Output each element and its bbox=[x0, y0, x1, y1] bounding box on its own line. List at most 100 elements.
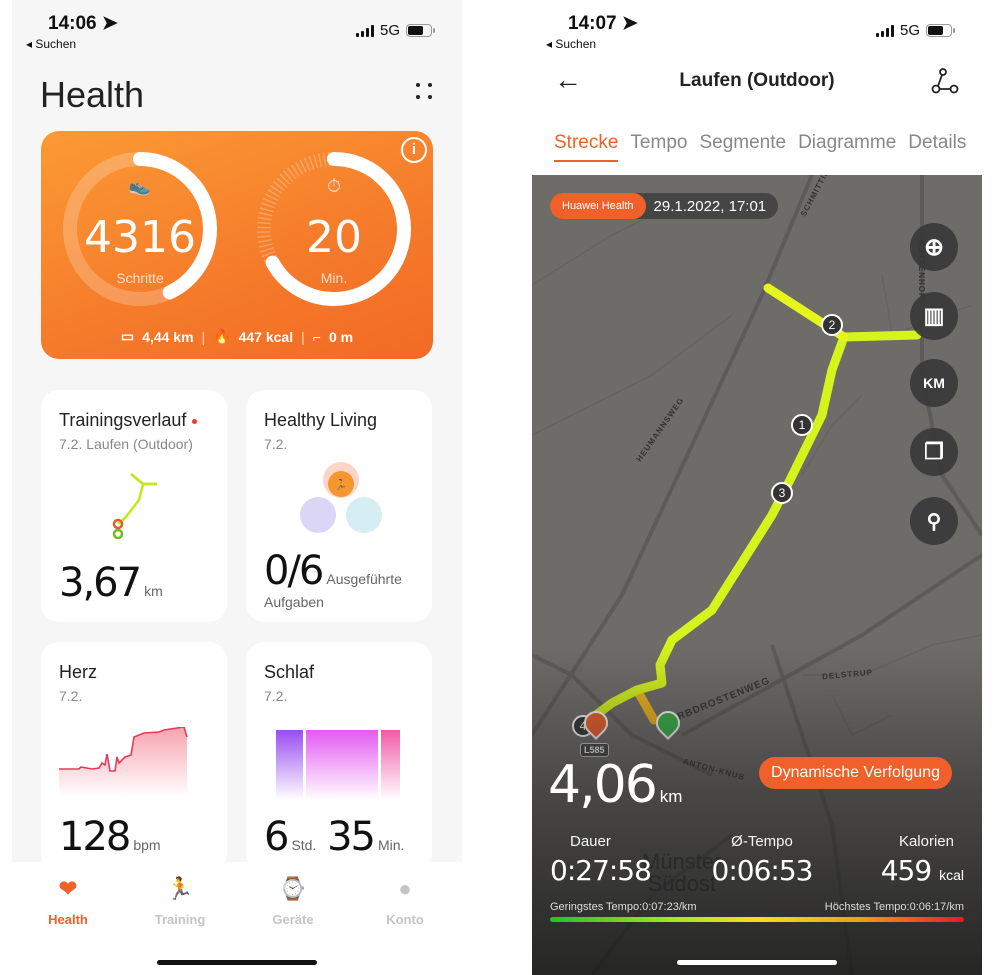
ruler-icon: ▭ bbox=[120, 328, 135, 344]
page-title: Health bbox=[40, 74, 145, 115]
stairs-icon: ⌐ bbox=[312, 328, 321, 345]
flame-icon: 🔥 bbox=[213, 328, 231, 344]
metric-avg-pace: Ø-Tempo 0:06:53 bbox=[711, 833, 814, 887]
account-icon: ● bbox=[398, 876, 412, 901]
route-pin-icon: ⚲ bbox=[926, 510, 942, 533]
source-date-pill: Huawei Health 29.1.2022, 17:01 bbox=[550, 193, 779, 219]
workout-detail-screen: 14:07 ➤ ◂ Suchen 5G ← Laufen (Outdoor) S… bbox=[532, 0, 982, 975]
tile-subtitle: 7.2. Laufen (Outdoor) bbox=[59, 436, 193, 452]
route-thumbnail bbox=[112, 473, 157, 540]
tab-strecke[interactable]: Strecke bbox=[554, 132, 619, 162]
locate-button[interactable]: ⊕ bbox=[910, 223, 958, 271]
heart-rate-chart bbox=[59, 727, 188, 797]
location-arrow-icon: ➤ bbox=[101, 13, 118, 34]
sleep-tile[interactable]: Schlaf 7.2. 6 Std. 35 Min. bbox=[246, 642, 432, 872]
location-arrow-icon: ➤ bbox=[621, 13, 638, 34]
tab-segmente[interactable]: Segmente bbox=[699, 132, 786, 154]
home-indicator bbox=[157, 960, 317, 965]
tile-subtitle: 7.2. bbox=[59, 688, 83, 704]
back-to-search-link[interactable]: ◂ Suchen bbox=[546, 37, 596, 51]
shoe-icon: 👟 bbox=[128, 176, 152, 196]
km-marker: 2 bbox=[821, 314, 843, 336]
steps-ring: 👟 4316 Schritte bbox=[59, 148, 221, 310]
status-indicators: 5G bbox=[355, 22, 435, 39]
detail-tabs: Strecke Tempo Segmente Diagramme Details bbox=[554, 132, 966, 162]
new-indicator-dot bbox=[192, 418, 198, 424]
activity-summary: ▭ 4,44 km | 🔥 447 kcal | ⌐ 0 m bbox=[120, 328, 354, 345]
workout-datetime: 29.1.2022, 17:01 bbox=[653, 197, 767, 215]
page-title: Laufen (Outdoor) bbox=[679, 70, 835, 91]
training-distance: 3,67 km bbox=[59, 560, 163, 606]
svg-text:🏃: 🏃 bbox=[335, 478, 347, 491]
sleep-duration: 6 Std. 35 Min. bbox=[264, 814, 405, 860]
healthy-living-chart: 🏃 bbox=[300, 462, 382, 533]
health-home-screen: 14:06 ➤ ◂ Suchen 5G Health i 👟 4316 Schr… bbox=[12, 0, 462, 975]
km-marker: 3 bbox=[771, 482, 793, 504]
signal-icon bbox=[875, 24, 894, 37]
stopwatch-icon: ⏱ bbox=[326, 176, 342, 196]
pace-gradient-bar bbox=[550, 917, 964, 922]
route-map[interactable]: SCHMITTING HEUMANNSWEG ERBDROSTENWEG DEL… bbox=[532, 175, 982, 975]
minutes-label: Min. bbox=[320, 270, 348, 286]
tile-title: Schlaf bbox=[264, 662, 315, 682]
healthy-living-tile[interactable]: Healthy Living 7.2. 🏃 0/6 Ausgeführte Auf… bbox=[246, 390, 432, 622]
minutes-ring: ⏱ 20 Min. bbox=[253, 148, 415, 310]
runner-icon: 🏃 bbox=[166, 876, 194, 901]
tab-tempo[interactable]: Tempo bbox=[630, 132, 687, 154]
status-time: 14:07 ➤ bbox=[568, 13, 638, 34]
tasks-done: 0/6 Ausgeführte bbox=[264, 548, 402, 594]
tab-health[interactable]: ❤ Health bbox=[23, 876, 113, 927]
signal-icon bbox=[355, 24, 374, 37]
map-type-button[interactable]: ▥ bbox=[910, 292, 958, 340]
locate-icon: ⊕ bbox=[923, 233, 945, 261]
activity-card[interactable]: i 👟 4316 Schritte ⏱ 20 Min. ▭ 4,44 km | 🔥… bbox=[41, 131, 433, 359]
route-pin-button[interactable]: ⚲ bbox=[910, 497, 958, 545]
tile-subtitle: 7.2. bbox=[264, 436, 288, 452]
tile-title: Herz bbox=[59, 662, 98, 682]
training-tile[interactable]: Trainingsverlauf 7.2. Laufen (Outdoor) 3… bbox=[41, 390, 227, 622]
heart-rate-value: 128 bpm bbox=[59, 814, 161, 860]
sleep-chart bbox=[276, 730, 400, 800]
calories-value: 447 kcal bbox=[238, 328, 294, 345]
network-type: 5G bbox=[899, 22, 920, 39]
network-type: 5G bbox=[379, 22, 400, 39]
tab-details[interactable]: Details bbox=[908, 132, 966, 154]
tile-title: Healthy Living bbox=[264, 410, 378, 430]
heart-tile[interactable]: Herz 7.2. 128 bpm bbox=[41, 642, 227, 872]
heart-pulse-icon: ❤ bbox=[58, 876, 78, 901]
distance-value: 4,44 km bbox=[142, 328, 194, 345]
floors-value: 0 m bbox=[328, 328, 354, 345]
back-to-search-link[interactable]: ◂ Suchen bbox=[26, 37, 76, 51]
steps-label: Schritte bbox=[116, 270, 164, 286]
metric-duration: Dauer 0:27:58 bbox=[550, 833, 652, 887]
slowest-pace: Geringstes Tempo:0:07:23/km bbox=[550, 901, 697, 913]
battery-icon bbox=[926, 24, 955, 37]
total-distance: 4,06 km bbox=[548, 755, 683, 815]
tab-account[interactable]: ● Konto bbox=[360, 876, 450, 927]
bottom-tab-bar: ❤ Health 🏃 Training ⌚ Geräte ● Konto bbox=[12, 862, 462, 975]
tile-title: Trainingsverlauf bbox=[59, 410, 187, 430]
km-marker: 1 bbox=[791, 414, 813, 436]
tasks-label: Aufgaben bbox=[264, 594, 324, 610]
tab-training[interactable]: 🏃 Training bbox=[135, 876, 225, 927]
fastest-pace: Höchstes Tempo:0:06:17/km bbox=[824, 901, 964, 913]
battery-icon bbox=[406, 24, 435, 37]
layers-icon: ❐ bbox=[924, 439, 944, 464]
watch-icon: ⌚ bbox=[279, 876, 307, 901]
minutes-value: 20 bbox=[306, 212, 362, 263]
dynamic-tracking-button[interactable]: Dynamische Verfolgung bbox=[759, 757, 952, 789]
metric-calories: Kalorien 459 kcal bbox=[880, 833, 964, 887]
status-time: 14:06 ➤ bbox=[48, 13, 118, 34]
tile-subtitle: 7.2. bbox=[264, 688, 288, 704]
edit-layout-icon[interactable] bbox=[416, 83, 434, 101]
source-badge: Huawei Health bbox=[550, 193, 646, 219]
steps-value: 4316 bbox=[84, 212, 196, 263]
km-toggle-button[interactable]: KM bbox=[910, 359, 958, 407]
status-indicators: 5G bbox=[875, 22, 955, 39]
tab-devices[interactable]: ⌚ Geräte bbox=[248, 876, 338, 927]
home-indicator bbox=[677, 960, 837, 965]
layers-button[interactable]: ❐ bbox=[910, 428, 958, 476]
map-type-icon: ▥ bbox=[923, 303, 945, 328]
tab-diagramme[interactable]: Diagramme bbox=[798, 132, 896, 154]
share-route-icon[interactable] bbox=[930, 66, 960, 96]
